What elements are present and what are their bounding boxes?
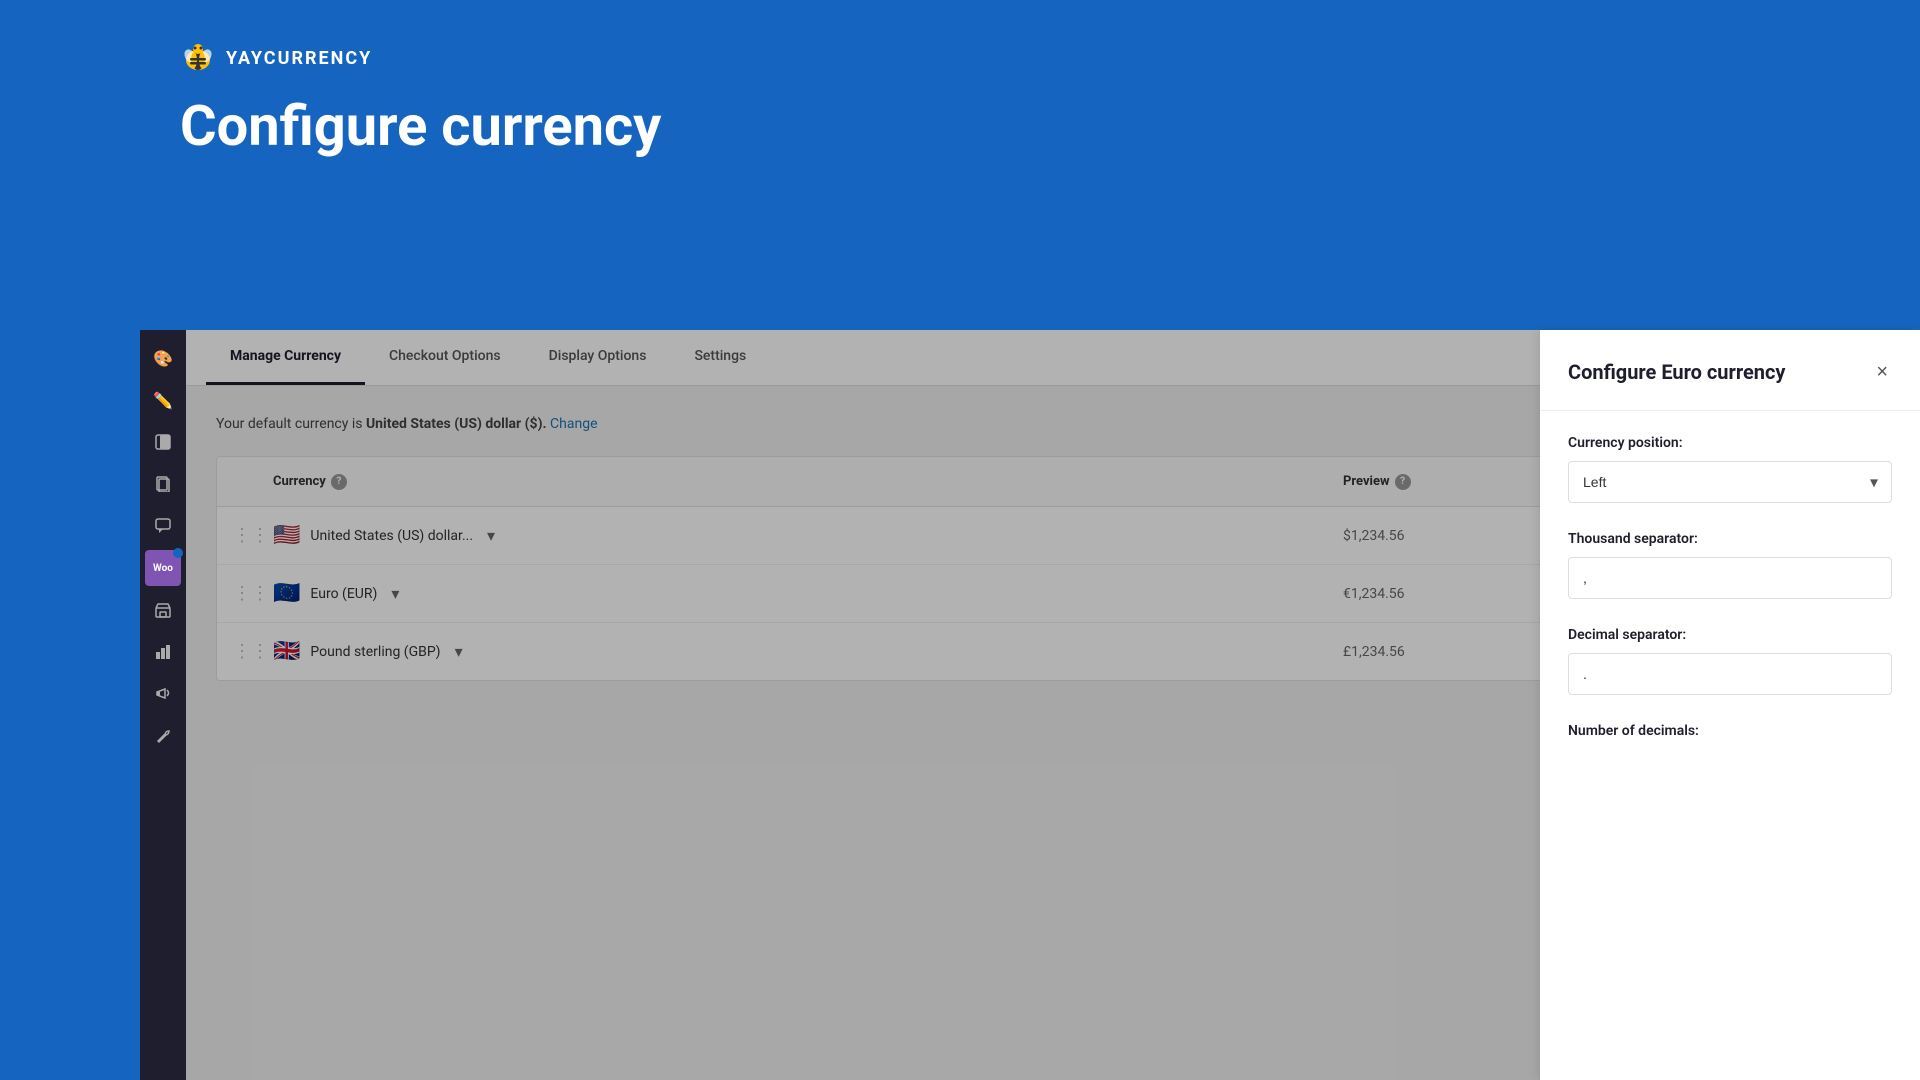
woo-badge [173, 548, 183, 558]
number-of-decimals-label: Number of decimals: [1568, 723, 1892, 739]
default-currency-name: United States (US) dollar ($). [366, 416, 547, 432]
thousand-separator-input[interactable] [1568, 557, 1892, 599]
notice-prefix: Your default currency is [216, 416, 366, 432]
drag-handle-gbp[interactable]: ⋮⋮ [233, 641, 273, 662]
side-panel: Configure Euro currency × Currency posit… [1540, 330, 1920, 1080]
form-group-number-of-decimals: Number of decimals: [1568, 723, 1892, 739]
side-panel-header: Configure Euro currency × [1540, 330, 1920, 411]
brand-row: YAYCURRENCY [180, 40, 1920, 76]
currency-selector-gbp[interactable]: 🇬🇧 Pound sterling (GBP) ▾ [273, 639, 1343, 664]
currency-name-gbp: Pound sterling (GBP) [310, 644, 440, 660]
sidebar-item-layers[interactable] [145, 424, 181, 460]
currency-position-label: Currency position: [1568, 435, 1892, 451]
side-panel-body: Currency position: Left Right Left space… [1540, 411, 1920, 791]
preview-usd: $1,234.56 [1343, 528, 1543, 544]
decimal-separator-input[interactable] [1568, 653, 1892, 695]
flag-usd: 🇺🇸 [273, 523, 300, 548]
tab-display-options[interactable]: Display Options [525, 330, 671, 385]
decimal-separator-label: Decimal separator: [1568, 627, 1892, 643]
currency-position-select[interactable]: Left Right Left space Right space [1568, 461, 1892, 503]
currency-selector-eur[interactable]: 🇪🇺 Euro (EUR) ▾ [273, 581, 1343, 606]
preview-gbp: £1,234.56 [1343, 644, 1543, 660]
preview-eur: €1,234.56 [1343, 586, 1543, 602]
brand-name: YAYCURRENCY [226, 48, 372, 69]
drag-handle-usd[interactable]: ⋮⋮ [233, 525, 273, 546]
tab-settings[interactable]: Settings [670, 330, 770, 385]
dropdown-arrow-eur[interactable]: ▾ [391, 584, 399, 603]
dropdown-arrow-gbp[interactable]: ▾ [455, 642, 463, 661]
sidebar-item-pen[interactable]: ✏️ [145, 382, 181, 418]
page-title: Configure currency [180, 96, 1920, 158]
sidebar-item-store[interactable] [145, 592, 181, 628]
sidebar-item-pages[interactable] [145, 466, 181, 502]
flag-eur: 🇪🇺 [273, 581, 300, 606]
currency-position-select-wrapper: Left Right Left space Right space ▾ [1568, 461, 1892, 503]
currency-name-usd: United States (US) dollar... [310, 528, 473, 544]
currency-selector-usd[interactable]: 🇺🇸 United States (US) dollar... ▾ [273, 523, 1343, 548]
close-button[interactable]: × [1872, 358, 1892, 386]
sidebar-item-comment[interactable] [145, 508, 181, 544]
flag-gbp: 🇬🇧 [273, 639, 300, 664]
sidebar-item-megaphone[interactable] [145, 676, 181, 712]
th-currency: Currency ? [273, 474, 1343, 490]
sidebar: 🎨 ✏️ Woo [140, 330, 186, 1080]
woo-label: Woo [153, 563, 173, 574]
change-currency-link[interactable]: Change [550, 416, 597, 432]
tab-checkout-options[interactable]: Checkout Options [365, 330, 525, 385]
dropdown-arrow-usd[interactable]: ▾ [487, 526, 495, 545]
header-area: YAYCURRENCY Configure currency [0, 0, 1920, 198]
form-group-currency-position: Currency position: Left Right Left space… [1568, 435, 1892, 503]
sidebar-item-tools[interactable] [145, 718, 181, 754]
currency-help-icon[interactable]: ? [331, 474, 347, 490]
tab-manage-currency[interactable]: Manage Currency [206, 330, 365, 385]
preview-help-icon[interactable]: ? [1395, 474, 1411, 490]
form-group-thousand-separator: Thousand separator: [1568, 531, 1892, 599]
sidebar-item-woo[interactable]: Woo [145, 550, 181, 586]
sidebar-item-chart[interactable] [145, 634, 181, 670]
thousand-separator-label: Thousand separator: [1568, 531, 1892, 547]
drag-handle-eur[interactable]: ⋮⋮ [233, 583, 273, 604]
th-preview: Preview ? [1343, 474, 1543, 490]
brand-logo [180, 40, 216, 76]
sidebar-item-paint[interactable]: 🎨 [145, 340, 181, 376]
side-panel-title: Configure Euro currency [1568, 360, 1785, 384]
form-group-decimal-separator: Decimal separator: [1568, 627, 1892, 695]
currency-name-eur: Euro (EUR) [310, 586, 377, 602]
